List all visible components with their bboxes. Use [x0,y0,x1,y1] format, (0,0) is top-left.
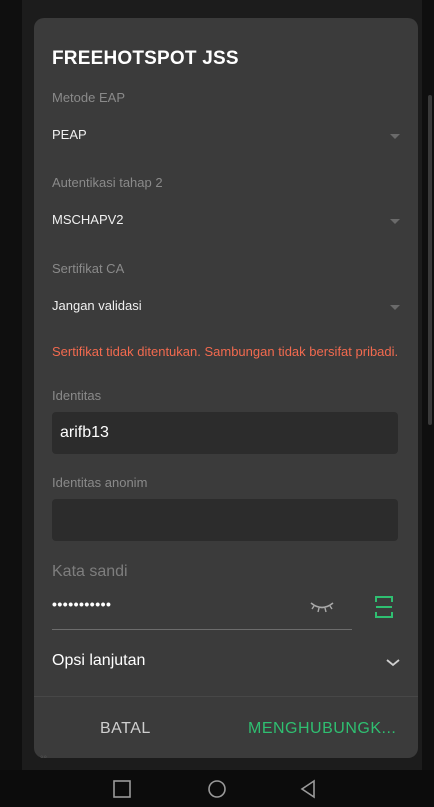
advanced-options-row[interactable]: Opsi lanjutan [52,648,400,678]
wifi-eap-dialog: FREEHOTSPOT JSS Metode EAP PEAP Autentik… [34,18,418,758]
phase2-auth-value: MSCHAPV2 [52,212,124,227]
eap-method-select[interactable]: PEAP [52,122,400,150]
anonymous-identity-input[interactable] [52,499,398,541]
back-icon[interactable] [297,778,319,800]
dropdown-arrow-icon [390,305,400,310]
dialog-title: FREEHOTSPOT JSS [52,48,239,69]
certificate-warning: Sertifikat tidak ditentukan. Sambungan t… [52,344,399,359]
password-input[interactable]: ••••••••••• [52,596,111,612]
phase2-auth-label: Autentikasi tahap 2 [52,175,163,190]
ca-certificate-value: Jangan validasi [52,298,142,313]
connect-button[interactable]: MENGHUBUNGK... [248,711,396,747]
background-scrollbar [428,95,432,425]
anonymous-identity-label: Identitas anonim [52,475,148,490]
identity-input[interactable] [52,412,398,454]
chevron-down-icon [386,659,400,667]
cancel-button[interactable]: BATAL [100,711,151,747]
identity-field-box [52,412,398,454]
eap-method-label: Metode EAP [52,90,125,105]
password-label: Kata sandi [52,563,128,580]
eap-method-value: PEAP [52,127,87,142]
home-icon[interactable] [206,778,228,800]
anonymous-identity-field-box [52,499,398,541]
dropdown-arrow-icon [390,219,400,224]
background-text-fragment: ◦◦ [40,752,48,763]
dialog-divider [34,696,418,697]
advanced-options-label: Opsi lanjutan [52,652,146,669]
barcode-scan-icon[interactable] [374,595,394,619]
phase2-auth-select[interactable]: MSCHAPV2 [52,207,400,235]
password-underline [52,629,352,630]
ca-certificate-label: Sertifikat CA [52,261,125,276]
identity-label: Identitas [52,388,102,403]
ca-certificate-select[interactable]: Jangan validasi [52,293,400,321]
eye-closed-icon[interactable] [310,600,334,614]
recent-apps-icon[interactable] [111,778,133,800]
system-nav-bar [0,770,434,807]
dropdown-arrow-icon [390,134,400,139]
